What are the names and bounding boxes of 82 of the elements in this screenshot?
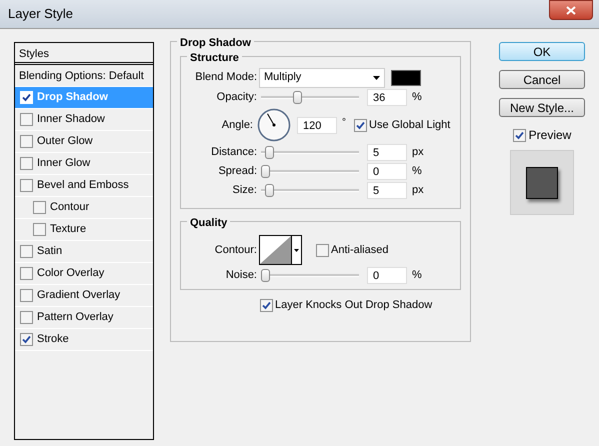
checkbox[interactable] <box>512 128 526 142</box>
checkbox[interactable] <box>20 179 33 192</box>
check-icon <box>356 120 365 130</box>
unit-label: % <box>412 90 422 106</box>
checkbox[interactable] <box>20 289 33 302</box>
contour-curve-icon <box>260 236 291 264</box>
checkbox[interactable] <box>20 135 33 148</box>
window-title: Layer Style <box>8 5 74 24</box>
list-item[interactable]: Gradient Overlay <box>15 285 153 307</box>
checkbox[interactable] <box>260 298 273 312</box>
check-icon <box>514 130 524 140</box>
angle-dial[interactable] <box>257 108 291 142</box>
slider-thumb[interactable] <box>261 269 270 282</box>
slider-track[interactable] <box>261 165 359 178</box>
slider-thumb[interactable] <box>261 165 270 178</box>
list-item[interactable]: Inner Shadow <box>15 109 153 131</box>
checkbox[interactable] <box>33 223 46 236</box>
checkbox-label: Preview <box>528 127 572 144</box>
shadow-color-swatch[interactable] <box>391 70 421 86</box>
list-item[interactable]: Color Overlay <box>15 263 153 285</box>
slider-thumb[interactable] <box>265 184 274 197</box>
list-item[interactable]: Outer Glow <box>15 131 153 153</box>
blend-mode-dropdown[interactable]: Multiply <box>259 68 385 88</box>
check-icon <box>22 93 31 102</box>
preview-square <box>526 166 558 198</box>
checkbox[interactable] <box>20 113 33 126</box>
checkbox-label: Layer Knocks Out Drop Shadow <box>275 298 432 313</box>
slider-thumb[interactable] <box>293 91 302 104</box>
list-item[interactable]: Contour <box>15 197 153 219</box>
field-label: Distance: <box>210 145 258 160</box>
slider-track[interactable] <box>261 184 359 197</box>
value-field[interactable]: 36 <box>367 89 407 106</box>
value-field[interactable]: 0 <box>367 267 407 284</box>
list-item[interactable]: Pattern Overlay <box>15 307 153 329</box>
dialog-button[interactable]: Cancel <box>499 70 585 89</box>
value-field[interactable]: 5 <box>367 144 407 161</box>
dialog-button[interactable]: OK <box>499 42 585 61</box>
unit-label: px <box>412 145 424 160</box>
field-label: Blend Mode: <box>194 70 258 86</box>
field-label: Opacity: <box>216 90 258 106</box>
dropdown-caret-icon <box>373 76 380 80</box>
checkbox[interactable] <box>33 201 46 214</box>
checkbox-label: Use Global Light <box>369 118 450 133</box>
field-label: Contour: <box>214 242 258 258</box>
panel-header: Styles <box>15 43 153 65</box>
checkbox[interactable] <box>20 267 33 280</box>
slider-track[interactable] <box>261 91 359 104</box>
list-item[interactable]: Bevel and Emboss <box>15 175 153 197</box>
group-title: Drop Shadow <box>177 35 254 52</box>
field-label: Size: <box>232 183 258 198</box>
slider-track[interactable] <box>261 269 359 282</box>
dialog-button[interactable]: New Style... <box>499 98 585 117</box>
check-icon <box>22 335 31 344</box>
angle-field[interactable]: 120 <box>297 116 337 134</box>
close-button[interactable] <box>549 0 593 20</box>
unit-label: % <box>412 268 422 284</box>
contour-picker[interactable] <box>259 235 302 265</box>
unit-label: % <box>412 164 422 180</box>
dropdown-caret-icon <box>294 248 299 252</box>
checkbox[interactable] <box>20 157 33 170</box>
list-item[interactable]: Satin <box>15 241 153 263</box>
check-icon <box>262 300 271 310</box>
checkbox[interactable] <box>354 118 367 132</box>
close-icon <box>566 6 576 14</box>
field-label: Angle: <box>220 118 254 133</box>
list-item[interactable]: Inner Glow <box>15 153 153 175</box>
checkbox[interactable] <box>20 245 33 258</box>
field-label: Noise: <box>224 268 258 284</box>
checkbox[interactable] <box>20 311 33 324</box>
slider-track[interactable] <box>261 146 359 159</box>
unit-label: ° <box>342 116 346 130</box>
list-item[interactable]: Texture <box>15 219 153 241</box>
value-field[interactable]: 0 <box>367 163 407 180</box>
group-title: Quality <box>187 215 230 232</box>
checkbox[interactable] <box>316 244 329 256</box>
slider-thumb[interactable] <box>265 146 274 159</box>
field-label: Spread: <box>217 164 258 180</box>
checkbox[interactable] <box>20 333 33 346</box>
list-item[interactable]: Stroke <box>15 329 153 351</box>
value-field[interactable]: 5 <box>367 182 407 199</box>
checkbox-label: Anti-aliased <box>331 242 388 258</box>
unit-label: px <box>412 183 424 198</box>
